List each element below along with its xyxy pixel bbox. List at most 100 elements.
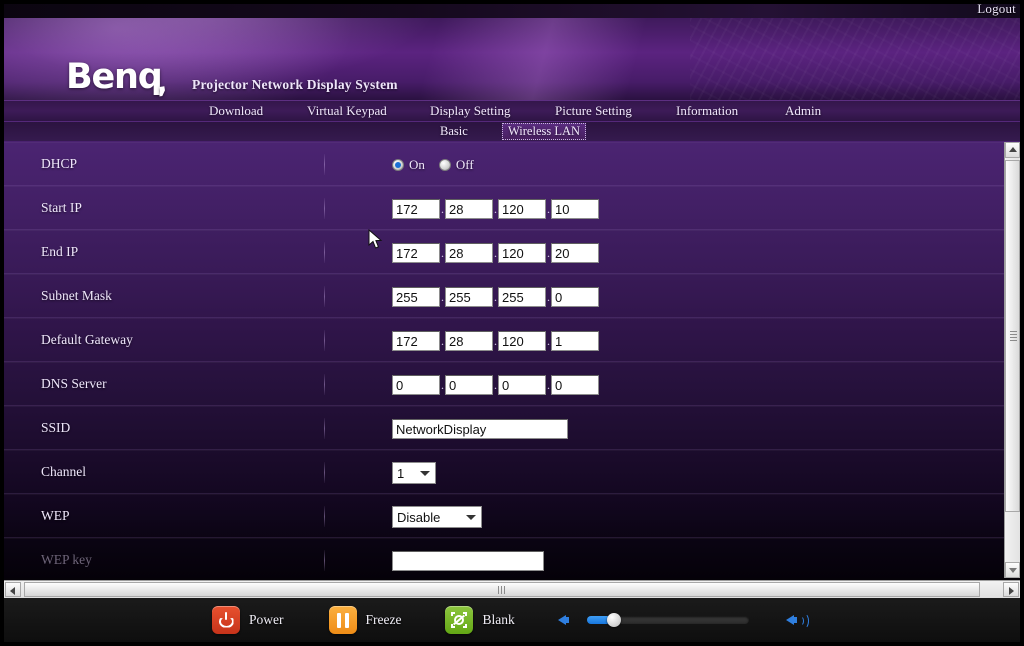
ip-octet-input[interactable] bbox=[445, 375, 493, 395]
ip-octet-input[interactable] bbox=[445, 287, 493, 307]
radio-off-dot-icon bbox=[438, 159, 451, 171]
dhcp-off-label: Off bbox=[455, 157, 474, 172]
ip-octet-input[interactable] bbox=[551, 331, 599, 351]
wep-key-input[interactable] bbox=[392, 551, 544, 571]
scroll-left-button[interactable] bbox=[5, 582, 21, 597]
label-wep: WEP bbox=[41, 508, 70, 523]
ip-octet-input[interactable] bbox=[498, 287, 546, 307]
ip-octet-input[interactable] bbox=[445, 199, 493, 219]
row-divider bbox=[324, 242, 325, 263]
power-icon bbox=[212, 606, 240, 634]
wep-select-wrap: Disable64 bits128 bits bbox=[392, 506, 482, 528]
ip-octet-input[interactable] bbox=[445, 331, 493, 351]
row-subnet-mask: Subnet Mask ... bbox=[4, 274, 1004, 318]
vertical-scrollbar[interactable] bbox=[1004, 142, 1020, 578]
benq-logo-text: Benq bbox=[66, 57, 163, 97]
subnav-item-wireless-lan[interactable]: Wireless LAN bbox=[502, 123, 587, 140]
channel-control: 1234567891011 bbox=[392, 451, 436, 495]
speaker-mute-icon[interactable] bbox=[557, 611, 575, 629]
main-nav: Download Virtual Keypad Display Setting Pic… bbox=[4, 100, 1020, 122]
nav-item-download[interactable]: Download bbox=[209, 103, 263, 119]
grip-icon bbox=[1010, 331, 1017, 341]
banner-texture bbox=[690, 18, 1020, 100]
row-wep: WEP Disable64 bits128 bits bbox=[4, 494, 1004, 538]
ip-octet-input[interactable] bbox=[498, 375, 546, 395]
ip-octet-input[interactable] bbox=[498, 243, 546, 263]
ip-octet-input[interactable] bbox=[445, 243, 493, 263]
ssid-input[interactable] bbox=[392, 419, 568, 439]
nav-item-admin[interactable]: Admin bbox=[785, 103, 821, 119]
row-ssid: SSID bbox=[4, 406, 1004, 450]
dhcp-radio-on[interactable]: On bbox=[392, 157, 425, 173]
scroll-down-button[interactable] bbox=[1005, 562, 1020, 578]
freeze-label: Freeze bbox=[365, 612, 402, 627]
wep-select[interactable]: Disable64 bits128 bits bbox=[392, 506, 482, 528]
label-end-ip: End IP bbox=[41, 244, 79, 259]
label-wep-key: WEP key bbox=[41, 552, 92, 567]
channel-select-wrap: 1234567891011 bbox=[392, 462, 436, 484]
nav-item-information[interactable]: Information bbox=[676, 103, 738, 119]
ip-octet-input[interactable] bbox=[392, 199, 440, 219]
row-dhcp: DHCP On Off bbox=[4, 142, 1004, 186]
power-label: Power bbox=[249, 612, 284, 627]
default-gateway-octets: ... bbox=[392, 319, 599, 363]
ip-octet-input[interactable] bbox=[498, 199, 546, 219]
ip-octet-input[interactable] bbox=[392, 375, 440, 395]
row-default-gateway: Default Gateway ... bbox=[4, 318, 1004, 362]
settings-pane: DHCP On Off Start IP ... End IP ... bbox=[4, 142, 1004, 578]
nav-item-virtual-keypad[interactable]: Virtual Keypad bbox=[307, 103, 387, 119]
nav-item-display-setting[interactable]: Display Setting bbox=[430, 103, 511, 119]
scroll-right-button[interactable] bbox=[1003, 582, 1019, 597]
browser-window: Logout Benq, Projector Network Display S… bbox=[0, 0, 1024, 646]
row-wep-key: WEP key bbox=[4, 538, 1004, 578]
volume-control bbox=[557, 611, 809, 629]
dns-server-octets: ... bbox=[392, 363, 599, 407]
ip-octet-input[interactable] bbox=[551, 243, 599, 263]
volume-thumb[interactable] bbox=[607, 613, 622, 627]
radio-on-dot-icon bbox=[392, 159, 404, 171]
triangle-up-icon bbox=[1008, 147, 1017, 152]
label-start-ip: Start IP bbox=[41, 200, 82, 215]
ip-octet-input[interactable] bbox=[392, 331, 440, 351]
row-start-ip: Start IP ... bbox=[4, 186, 1004, 230]
row-divider bbox=[324, 506, 325, 527]
ip-octet-input[interactable] bbox=[498, 331, 546, 351]
row-divider bbox=[324, 286, 325, 307]
ip-octet-input[interactable] bbox=[551, 375, 599, 395]
horizontal-scroll-thumb[interactable] bbox=[24, 582, 980, 597]
blank-screen-icon bbox=[445, 606, 474, 634]
dhcp-on-label: On bbox=[409, 157, 425, 172]
blank-button[interactable]: Blank bbox=[445, 606, 515, 634]
end-ip-octets: ... bbox=[392, 231, 599, 275]
dhcp-radio-off[interactable]: Off bbox=[438, 157, 474, 173]
freeze-button[interactable]: Freeze bbox=[328, 606, 402, 634]
row-divider bbox=[324, 462, 325, 483]
speaker-loud-icon[interactable] bbox=[785, 611, 809, 629]
row-divider bbox=[324, 198, 325, 219]
subnav-item-basic[interactable]: Basic bbox=[434, 123, 474, 140]
triangle-down-icon bbox=[1008, 568, 1017, 573]
subnet-mask-octets: ... bbox=[392, 275, 599, 319]
row-divider bbox=[324, 550, 325, 571]
ip-octet-input[interactable] bbox=[392, 243, 440, 263]
volume-slider[interactable] bbox=[586, 613, 749, 627]
power-button[interactable]: Power bbox=[212, 606, 284, 634]
ip-octet-input[interactable] bbox=[551, 199, 599, 219]
grip-icon bbox=[498, 586, 507, 594]
logout-link[interactable]: Logout bbox=[977, 1, 1016, 17]
vertical-scroll-thumb[interactable] bbox=[1005, 160, 1020, 512]
label-dhcp: DHCP bbox=[41, 156, 78, 171]
sub-nav: Basic Wireless LAN bbox=[4, 122, 1020, 142]
label-dns-server: DNS Server bbox=[41, 376, 107, 391]
ip-octet-input[interactable] bbox=[551, 287, 599, 307]
horizontal-scrollbar[interactable] bbox=[4, 580, 1020, 598]
ip-octet-input[interactable] bbox=[392, 287, 440, 307]
wep-control: Disable64 bits128 bits bbox=[392, 495, 482, 539]
channel-select[interactable]: 1234567891011 bbox=[392, 462, 436, 484]
top-bar: Logout bbox=[0, 0, 1024, 18]
row-channel: Channel 1234567891011 bbox=[4, 450, 1004, 494]
ssid-control bbox=[392, 407, 568, 451]
scroll-up-button[interactable] bbox=[1005, 142, 1020, 158]
start-ip-octets: ... bbox=[392, 187, 599, 231]
nav-item-picture-setting[interactable]: Picture Setting bbox=[555, 103, 632, 119]
